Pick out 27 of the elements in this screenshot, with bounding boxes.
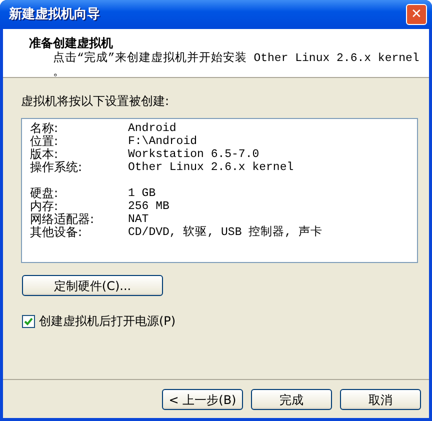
header-title: 准备创建虚拟机: [29, 35, 114, 51]
setting-label: 其他设备:: [30, 226, 84, 239]
setting-value: 256 MB: [128, 200, 170, 213]
close-button[interactable]: ✕: [406, 4, 427, 25]
setting-label: 名称:: [30, 122, 60, 135]
setting-label: 位置:: [30, 135, 60, 148]
header-description: 点击“完成”来创建虚拟机并开始安装 Other Linux 2.6.x kernel 。: [52, 52, 420, 80]
setting-label: 操作系统:: [30, 161, 84, 174]
finish-button[interactable]: 完成: [251, 389, 332, 410]
setting-label: 硬盘:: [30, 187, 60, 200]
setting-label: 版本:: [30, 148, 60, 161]
setting-label: 网络适配器:: [30, 213, 96, 226]
setting-value: Workstation 6.5-7.0: [128, 148, 260, 161]
setting-label: 内存:: [30, 200, 60, 213]
back-button[interactable]: < 上一步(B): [162, 389, 243, 410]
setting-value: Android: [128, 122, 176, 135]
checkbox[interactable]: [22, 314, 35, 328]
intro-text: 虚拟机将按以下设置被创建:: [21, 93, 170, 110]
customize-hardware-button[interactable]: 定制硬件(C)...: [22, 275, 163, 296]
setting-value: CD/DVD, 软驱, USB 控制器, 声卡: [128, 226, 322, 239]
cancel-button[interactable]: 取消: [340, 389, 421, 410]
checkbox-label[interactable]: 创建虚拟机后打开电源(P): [39, 312, 176, 330]
window-title: 新建虚拟机向导: [9, 6, 100, 24]
setting-value: Other Linux 2.6.x kernel: [128, 161, 294, 174]
setting-value: F:\Android: [128, 135, 198, 148]
setting-value: 1 GB: [128, 187, 156, 200]
setting-value: NAT: [128, 213, 149, 226]
